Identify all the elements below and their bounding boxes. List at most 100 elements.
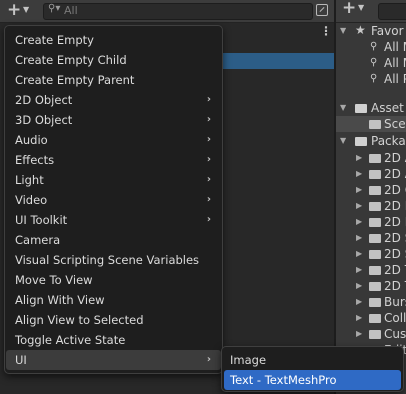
star-icon: ★ <box>355 23 366 37</box>
search-icon: ⚲ <box>370 41 378 52</box>
tree-row-package[interactable]: ▶ 2D T <box>336 278 406 294</box>
tree-row-packages[interactable]: ▼ Packa <box>336 133 406 149</box>
ui-submenu: Image Text - TextMeshPro <box>221 346 404 392</box>
folder-icon <box>369 294 381 307</box>
tree-row-package[interactable]: ▶ 2D A <box>336 150 406 166</box>
menu-item-label: UI <box>15 353 27 367</box>
menu-item-effects[interactable]: Effects › <box>6 150 221 170</box>
menu-item-label: Visual Scripting Scene Variables <box>15 253 200 267</box>
tree-row-assets[interactable]: ▼ Asset <box>336 100 406 116</box>
chevron-right-icon[interactable]: ▶ <box>356 166 362 182</box>
menu-item-create-empty-parent[interactable]: Create Empty Parent <box>6 70 221 90</box>
menu-item-label: Create Empty <box>15 33 94 47</box>
package-label: 2D T <box>384 279 406 293</box>
chevron-right-icon[interactable]: ▶ <box>356 310 362 326</box>
tree-row-package[interactable]: ▶ Cus <box>336 326 406 342</box>
favorite-item-label: All M <box>384 40 406 54</box>
menu-item-ui[interactable]: UI › <box>6 350 221 370</box>
chevron-down-icon[interactable]: ▼ <box>340 100 346 116</box>
menu-item-light[interactable]: Light › <box>6 170 221 190</box>
chevron-right-icon[interactable]: ▶ <box>356 150 362 166</box>
chevron-right-icon[interactable]: ▶ <box>356 230 362 246</box>
project-tree: ▼ ★ Favor ⚲ All M ⚲ All M ⚲ All P ▼ Asse… <box>336 23 406 394</box>
folder-icon <box>369 278 381 291</box>
tree-row-package[interactable]: ▶ 2D P <box>336 198 406 214</box>
menu-item-video[interactable]: Video › <box>6 190 221 210</box>
submenu-item-text-textmeshpro[interactable]: Text - TextMeshPro <box>224 370 401 390</box>
tree-row-package[interactable]: ▶ Burs <box>336 294 406 310</box>
package-label: 2D P <box>384 199 406 213</box>
chevron-right-icon[interactable]: ▶ <box>356 262 362 278</box>
folder-icon <box>369 310 381 323</box>
menu-item-label: Audio <box>15 133 48 147</box>
chevron-right-icon[interactable]: ▶ <box>356 294 362 310</box>
menu-item-align-view-to-selected[interactable]: Align View to Selected <box>6 310 221 330</box>
folder-icon <box>369 246 381 259</box>
chevron-right-icon[interactable]: ▶ <box>356 326 362 342</box>
menu-item-ui-toolkit[interactable]: UI Toolkit › <box>6 210 221 230</box>
menu-item-create-empty-child[interactable]: Create Empty Child <box>6 50 221 70</box>
chevron-right-icon: › <box>206 94 211 105</box>
package-label: Burs <box>384 295 406 309</box>
menu-item-label: Align With View <box>15 293 105 307</box>
menu-item-visual-scripting-scene-variables[interactable]: Visual Scripting Scene Variables <box>6 250 221 270</box>
search-icon: ⚲ <box>370 73 378 84</box>
chevron-right-icon[interactable]: ▶ <box>356 246 362 262</box>
menu-item-label: Effects <box>15 153 55 167</box>
assets-label: Asset <box>371 101 404 115</box>
menu-item-label: Toggle Active State <box>15 333 126 347</box>
scene-visibility-icon[interactable] <box>316 4 328 16</box>
tree-row-favorite-1[interactable]: ⚲ All M <box>336 39 406 55</box>
search-icon: ⚲▾ <box>48 3 61 14</box>
tree-row-package[interactable]: ▶ 2D P <box>336 214 406 230</box>
tree-row-favorites[interactable]: ▼ ★ Favor <box>336 23 406 39</box>
project-search-field[interactable] <box>378 3 406 20</box>
chevron-right-icon[interactable]: ▶ <box>356 278 362 294</box>
menu-item-create-empty[interactable]: Create Empty <box>6 30 221 50</box>
hierarchy-search-field[interactable]: ⚲▾ All <box>43 3 313 20</box>
tree-row-package[interactable]: ▶ 2D A <box>336 166 406 182</box>
package-label: 2D C <box>384 183 406 197</box>
tree-row-favorite-2[interactable]: ⚲ All M <box>336 55 406 71</box>
tree-row-package[interactable]: ▶ 2D C <box>336 182 406 198</box>
chevron-down-icon[interactable]: ▼ <box>340 133 346 149</box>
kebab-menu-icon[interactable]: ⋮ <box>320 24 332 38</box>
menu-item-label: 2D Object <box>15 93 73 107</box>
menu-item-label: Move To View <box>15 273 93 287</box>
package-label: Coll <box>384 311 406 325</box>
menu-item-camera[interactable]: Camera <box>6 230 221 250</box>
chevron-right-icon[interactable]: ▶ <box>356 198 362 214</box>
chevron-right-icon[interactable]: ▶ <box>356 214 362 230</box>
tree-row-package[interactable]: ▶ 2D S <box>336 246 406 262</box>
menu-item-move-to-view[interactable]: Move To View <box>6 270 221 290</box>
folder-icon <box>369 230 381 243</box>
menu-item-label: UI Toolkit <box>15 213 68 227</box>
menu-item-align-with-view[interactable]: Align With View <box>6 290 221 310</box>
tree-row-favorite-3[interactable]: ⚲ All P <box>336 71 406 87</box>
tree-row-package[interactable]: ▶ 2D S <box>336 230 406 246</box>
chevron-down-icon[interactable]: ▼ <box>340 23 346 39</box>
hierarchy-toolbar: + ▼ ⚲▾ All <box>0 0 334 23</box>
menu-item-audio[interactable]: Audio › <box>6 130 221 150</box>
submenu-item-image[interactable]: Image <box>224 350 401 370</box>
folder-icon <box>369 116 381 129</box>
selected-scene-row[interactable] <box>222 53 334 69</box>
project-add-icon[interactable]: + <box>342 0 356 18</box>
tree-row-package[interactable]: ▶ Coll <box>336 310 406 326</box>
menu-item-label: Camera <box>15 233 61 247</box>
create-context-menu: Create Empty Create Empty Child Create E… <box>4 25 223 374</box>
menu-item-3d-object[interactable]: 3D Object › <box>6 110 221 130</box>
add-object-button[interactable]: + ▼ <box>4 0 34 20</box>
tree-row-scenes[interactable]: Sce <box>336 116 406 132</box>
search-placeholder: All <box>64 4 78 17</box>
package-label: 2D A <box>384 151 406 165</box>
folder-icon <box>369 198 381 211</box>
chevron-right-icon: › <box>206 114 211 125</box>
menu-item-toggle-active-state[interactable]: Toggle Active State <box>6 330 221 350</box>
folder-icon <box>369 182 381 195</box>
package-label: 2D T <box>384 263 406 277</box>
tree-row-package[interactable]: ▶ 2D T <box>336 262 406 278</box>
chevron-right-icon: › <box>206 194 211 205</box>
menu-item-2d-object[interactable]: 2D Object › <box>6 90 221 110</box>
chevron-right-icon[interactable]: ▶ <box>356 182 362 198</box>
